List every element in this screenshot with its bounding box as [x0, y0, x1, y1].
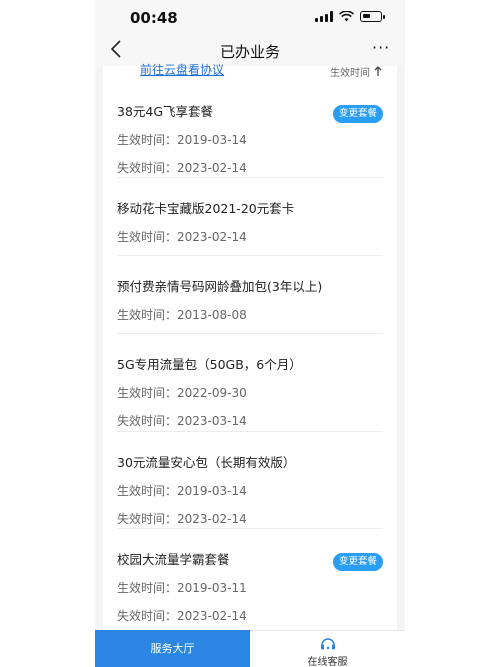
divider — [117, 431, 383, 432]
status-icons — [315, 11, 385, 22]
expire-date: 2023-02-14 — [177, 512, 247, 526]
expire-label: 失效时间： — [117, 609, 178, 623]
effective-date: 2019-03-11 — [177, 581, 247, 595]
tab-service-hall[interactable]: 服务大厅 — [95, 630, 250, 667]
effective-label: 生效时间： — [117, 581, 178, 595]
headset-icon — [320, 638, 335, 650]
divider — [117, 528, 383, 529]
effective-row: 生效时间：2023-02-14 — [117, 228, 383, 245]
effective-row: 生效时间：2013-08-08 — [117, 306, 383, 323]
effective-date: 2023-02-14 — [177, 230, 247, 244]
effective-row: 生效时间：2019-03-14 — [117, 482, 383, 499]
effective-row: 生效时间：2019-03-11 — [117, 579, 383, 596]
expire-date: 2023-02-14 — [177, 609, 247, 623]
effective-date: 2022-09-30 — [177, 386, 247, 400]
more-button[interactable]: ··· — [372, 38, 390, 57]
expire-label: 失效时间： — [117, 512, 178, 526]
list-item: 移动花卡宝藏版2021-20元套卡 生效时间：2023-02-14 — [117, 198, 383, 245]
page-title: 已办业务 — [219, 43, 280, 61]
effective-date: 2019-03-14 — [177, 133, 247, 147]
item-name: 预付费亲情号码网龄叠加包(3年以上) — [117, 279, 323, 294]
expire-row: 失效时间：2023-02-14 — [117, 159, 383, 176]
list-item: 5G专用流量包（50GB，6个月） 生效时间：2022-09-30 失效时间：2… — [117, 354, 383, 429]
effective-label: 生效时间： — [117, 386, 178, 400]
expire-row: 失效时间：2023-02-14 — [117, 607, 383, 624]
effective-date: 2019-03-14 — [177, 484, 247, 498]
item-name: 移动花卡宝藏版2021-20元套卡 — [117, 201, 295, 216]
arrow-up-icon — [374, 66, 382, 76]
expire-date: 2023-02-14 — [177, 161, 247, 175]
item-name: 30元流量安心包（长期有效版） — [117, 455, 296, 470]
expire-label: 失效时间： — [117, 414, 178, 428]
sort-label: 生效时间 — [330, 68, 370, 79]
expire-row: 失效时间：2023-02-14 — [117, 510, 383, 527]
expire-row: 失效时间：2023-03-14 — [117, 412, 383, 429]
effective-label: 生效时间： — [117, 308, 178, 322]
change-plan-button[interactable]: 变更套餐 — [333, 105, 383, 123]
expire-label: 失效时间： — [117, 161, 178, 175]
battery-icon — [360, 11, 385, 22]
tab-online-service[interactable]: 在线客服 — [250, 630, 405, 667]
change-plan-button[interactable]: 变更套餐 — [333, 553, 383, 571]
sort-by-effective-time[interactable]: 生效时间 — [330, 64, 382, 79]
expire-date: 2023-03-14 — [177, 414, 247, 428]
effective-label: 生效时间： — [117, 230, 178, 244]
list-item: 预付费亲情号码网龄叠加包(3年以上) 生效时间：2013-08-08 — [117, 276, 383, 323]
item-name: 5G专用流量包（50GB，6个月） — [117, 357, 302, 372]
divider — [117, 333, 383, 334]
wifi-icon — [339, 11, 354, 22]
effective-row: 生效时间：2019-03-14 — [117, 131, 383, 148]
cloud-agreement-link[interactable]: 前往云盘看协议 — [140, 61, 224, 78]
effective-label: 生效时间： — [117, 133, 178, 147]
list-item: 30元流量安心包（长期有效版） 生效时间：2019-03-14 失效时间：202… — [117, 452, 383, 527]
effective-label: 生效时间： — [117, 484, 178, 498]
tab-online-service-label: 在线客服 — [307, 657, 348, 667]
signal-icon — [315, 11, 333, 22]
effective-row: 生效时间：2022-09-30 — [117, 384, 383, 401]
divider — [117, 255, 383, 256]
status-time: 00:48 — [130, 9, 178, 27]
divider — [117, 177, 383, 178]
effective-date: 2013-08-08 — [177, 308, 247, 322]
